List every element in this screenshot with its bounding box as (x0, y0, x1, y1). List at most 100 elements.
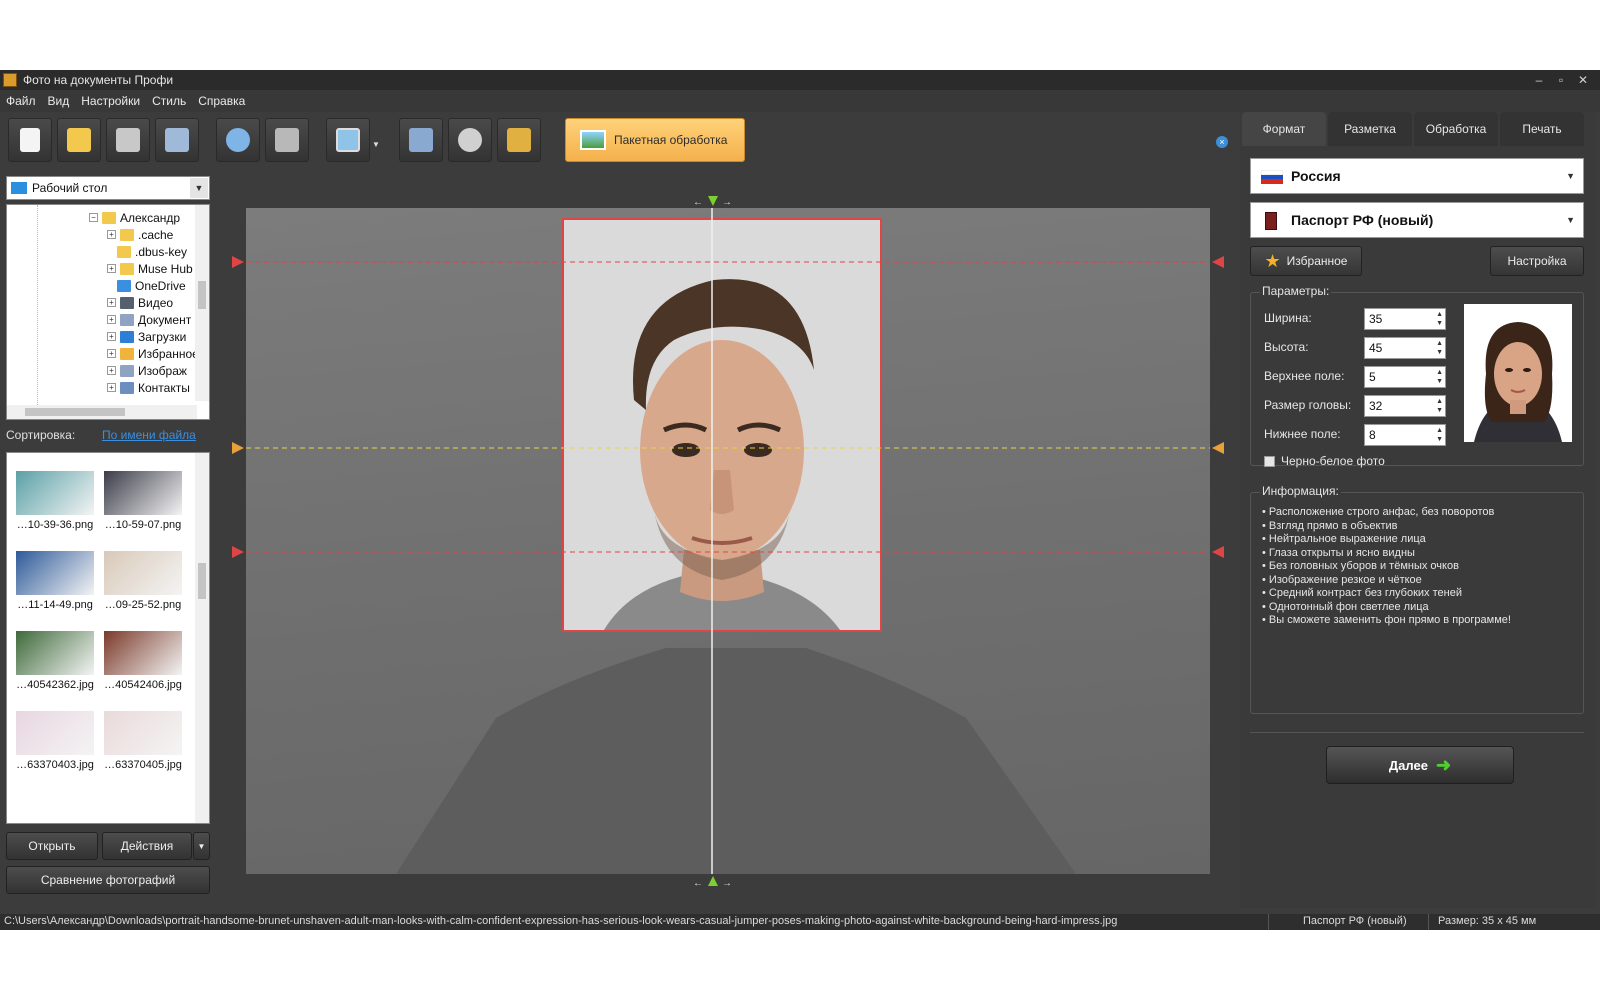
sort-by-link[interactable]: По имени файла (102, 428, 196, 442)
tab-processing[interactable]: Обработка (1414, 112, 1498, 146)
menu-style[interactable]: Стиль (152, 94, 186, 108)
favorites-button[interactable]: ★ Избранное (1250, 246, 1362, 276)
spin-arrows-icon[interactable]: ▲ ▼ (1436, 426, 1443, 444)
photo-canvas[interactable] (246, 208, 1210, 874)
chevron-down-icon[interactable]: ▼ (190, 178, 208, 198)
film-button[interactable] (448, 118, 492, 162)
slideshow-dropdown-icon[interactable]: ▼ (372, 140, 380, 149)
spin-arrows-icon[interactable]: ▲ ▼ (1436, 310, 1443, 328)
thumbnail-item[interactable]: …63370403.jpg (13, 711, 97, 771)
tree-item[interactable]: + Видео (107, 294, 173, 311)
tree-item[interactable]: + Изображ (107, 362, 187, 379)
tab-format[interactable]: Формат (1242, 112, 1326, 146)
next-button[interactable]: Далее ➜ (1326, 746, 1514, 784)
close-panel-icon[interactable]: × (1216, 136, 1228, 148)
save-button[interactable] (106, 118, 150, 162)
thumbnail-item[interactable]: …40542406.jpg (101, 631, 185, 691)
tab-print[interactable]: Печать (1500, 112, 1584, 146)
compare-photos-button[interactable]: Сравнение фотографий (6, 866, 210, 894)
tree-vertical-scrollbar[interactable] (195, 205, 209, 401)
load-photo-button[interactable] (216, 118, 260, 162)
minimize-button[interactable]: – (1528, 70, 1550, 90)
thumbnail-item[interactable]: …10-59-07.png (101, 471, 185, 531)
document-select[interactable]: Паспорт РФ (новый) ▼ (1250, 202, 1584, 238)
actions-button[interactable]: Действия (102, 832, 192, 860)
param-spinbox[interactable]: 32 ▲ ▼ (1364, 395, 1446, 417)
tree-item[interactable]: + Избранное (107, 345, 199, 362)
thumbnail-item[interactable]: …63370405.jpg (101, 711, 185, 771)
menu-help[interactable]: Справка (198, 94, 245, 108)
batch-image-icon (580, 130, 606, 150)
info-item: • Однотонный фон светлее лица (1262, 601, 1429, 613)
param-spinbox[interactable]: 8 ▲ ▼ (1364, 424, 1446, 446)
thumbnail-item[interactable]: …09-25-52.png (101, 551, 185, 611)
param-spinbox[interactable]: 45 ▲ ▼ (1364, 337, 1446, 359)
expand-icon[interactable]: + (107, 383, 116, 392)
menu-settings[interactable]: Настройки (81, 94, 140, 108)
thumbnail-item[interactable]: …40542362.jpg (13, 631, 97, 691)
restore-button[interactable]: ▫ (1550, 70, 1572, 90)
tree-item[interactable]: + Muse Hub (107, 260, 193, 277)
menu-view[interactable]: Вид (48, 94, 70, 108)
batch-processing-button[interactable]: Пакетная обработка (565, 118, 745, 162)
camera-button[interactable] (265, 118, 309, 162)
bw-checkbox[interactable] (1264, 455, 1275, 467)
param-spinbox[interactable]: 5 ▲ ▼ (1364, 366, 1446, 388)
location-select[interactable]: Рабочий стол ▼ (6, 176, 210, 200)
slideshow-button[interactable] (326, 118, 370, 162)
spin-arrows-icon[interactable]: ▲ ▼ (1436, 339, 1443, 357)
box-button[interactable] (399, 118, 443, 162)
folder-tree[interactable]: − Александр + .cache .dbus-key + Muse Hub OneDr… (6, 204, 210, 420)
tree-horizontal-scrollbar[interactable] (7, 405, 197, 419)
thumbnail-item[interactable]: …10-39-36.png (13, 471, 97, 531)
tree-item[interactable]: + Контакты (107, 379, 190, 396)
info-text: Средний контраст без глубоких теней (1268, 587, 1462, 599)
thumbnail-image (104, 711, 182, 755)
print-button[interactable] (155, 118, 199, 162)
collapse-icon[interactable]: − (89, 213, 98, 222)
tree-item-label: Изображ (138, 363, 187, 378)
tree-item[interactable]: − Александр (89, 209, 180, 226)
open-button[interactable]: Открыть (6, 832, 98, 860)
open-button[interactable] (57, 118, 101, 162)
expand-icon[interactable]: + (107, 315, 116, 324)
tab-markup[interactable]: Разметка (1328, 112, 1412, 146)
sort-label: Сортировка: (6, 428, 76, 442)
spin-arrows-icon[interactable]: ▲ ▼ (1436, 368, 1443, 386)
spin-arrows-icon[interactable]: ▲ ▼ (1436, 397, 1443, 415)
export-button[interactable] (497, 118, 541, 162)
expand-icon[interactable]: + (107, 298, 116, 307)
slideshow-icon (336, 128, 360, 152)
thumbnail-scrollbar[interactable] (195, 453, 209, 823)
info-item: • Средний контраст без глубоких теней (1262, 587, 1462, 599)
guide-lines (246, 208, 1210, 874)
close-window-button[interactable]: ✕ (1572, 70, 1594, 90)
actions-dropdown-icon[interactable]: ▼ (193, 832, 210, 860)
new-button[interactable] (8, 118, 52, 162)
expand-icon[interactable]: + (107, 366, 116, 375)
info-item: • Глаза открыты и ясно видны (1262, 547, 1415, 559)
param-spinbox[interactable]: 35 ▲ ▼ (1364, 308, 1446, 330)
expand-icon[interactable]: + (107, 230, 116, 239)
tree-item[interactable]: OneDrive (117, 277, 186, 294)
tree-item-label: .cache (138, 227, 174, 242)
expand-icon[interactable]: + (107, 332, 116, 341)
thumbnail-grid[interactable]: …10-39-36.png …10-59-07.png …11-14-49.png …… (6, 452, 210, 824)
tree-item[interactable]: + .cache (107, 226, 173, 243)
setup-button[interactable]: Настройка (1490, 246, 1584, 276)
tree-item[interactable]: .dbus-key (117, 243, 187, 260)
info-item: • Нейтральное выражение лица (1262, 533, 1426, 545)
expand-icon[interactable]: + (107, 264, 116, 273)
russia-flag-icon (1261, 170, 1283, 184)
tree-item-label: Видео (138, 295, 174, 310)
arrow-right-icon: ➜ (1435, 754, 1452, 775)
bw-checkbox-row[interactable]: Черно-белое фото (1264, 454, 1385, 468)
country-select[interactable]: Россия ▼ (1250, 158, 1584, 194)
folder-icon (117, 245, 131, 258)
documents-icon (120, 313, 134, 326)
expand-icon[interactable]: + (107, 349, 116, 358)
thumbnail-item[interactable]: …11-14-49.png (13, 551, 97, 611)
menu-file[interactable]: Файл (6, 94, 36, 108)
tree-item[interactable]: + Документ (107, 311, 191, 328)
tree-item[interactable]: + Загрузки (107, 328, 186, 345)
